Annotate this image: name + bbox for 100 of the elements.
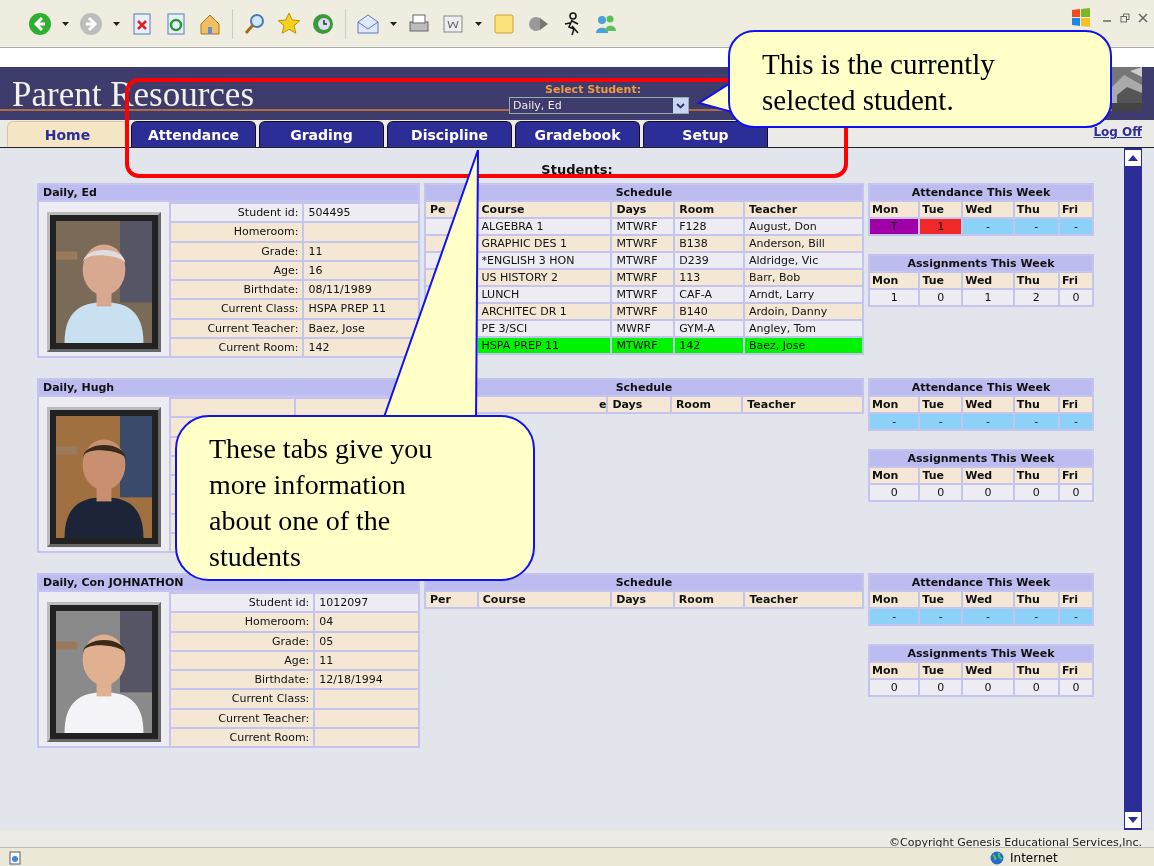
attendance-cell: - — [963, 609, 1013, 624]
day-header: Thu — [1014, 273, 1058, 288]
attendance-cell: - — [920, 414, 962, 429]
day-header: Wed — [963, 202, 1013, 217]
table-cell: 0 — [920, 680, 962, 695]
refresh-icon[interactable] — [164, 11, 188, 36]
day-header: Fri — [1060, 663, 1092, 678]
day-header: Mon — [870, 273, 919, 288]
table-cell: 2 — [1014, 290, 1058, 305]
day-header: Mon — [870, 202, 919, 217]
table-cell: ARCHITEC DR 1 — [477, 304, 611, 319]
column-header: Per — [426, 592, 477, 607]
day-header: Tue — [920, 663, 962, 678]
table-cell: Anderson, Bill — [744, 236, 862, 251]
nav-tab[interactable]: Gradebook — [515, 121, 640, 147]
caret-icon[interactable] — [113, 21, 120, 26]
caret-icon[interactable] — [390, 21, 397, 26]
day-header: Mon — [870, 397, 919, 412]
field-label: Current Room: — [171, 728, 314, 746]
table-cell: B138 — [675, 236, 743, 251]
section-title: Students: — [540, 162, 614, 179]
table-title: Schedule — [426, 575, 862, 590]
table-title: Attendance This Week — [870, 185, 1092, 200]
student-dropdown[interactable]: Daily, Ed — [509, 97, 689, 114]
table-cell: PE 3/SCI — [477, 321, 611, 336]
table-cell: CAF-A — [675, 287, 743, 302]
nav-tab[interactable]: Setup — [643, 121, 768, 147]
table-title: Assignments This Week — [870, 256, 1092, 271]
table-cell: Angley, Tom — [744, 321, 862, 336]
globe-icon — [990, 850, 1004, 865]
attendance-cell: - — [1060, 219, 1092, 234]
student-name: Daily, Ed — [39, 185, 418, 200]
table-title: Attendance This Week — [870, 380, 1092, 395]
column-header: Days — [612, 202, 674, 217]
attendance-cell: T — [870, 219, 919, 234]
column-header: Course — [478, 592, 611, 607]
nav-tab[interactable]: Home — [7, 121, 128, 147]
table-cell: 1 — [963, 290, 1013, 305]
table-cell: MTWRF — [612, 287, 674, 302]
column-header: Room — [675, 202, 743, 217]
caret-icon[interactable] — [475, 21, 482, 26]
table-cell: LUNCH — [477, 287, 611, 302]
attendance-cell: - — [1014, 414, 1058, 429]
table-cell: Barr, Bob — [744, 270, 862, 285]
table-cell: GYM-A — [675, 321, 743, 336]
field-value: 504495 — [304, 204, 418, 222]
field-value: 12/18/1994 — [315, 671, 418, 689]
table-cell: MTWRF — [612, 253, 674, 268]
table-title: Schedule — [426, 185, 862, 200]
table-cell: 0 — [1060, 290, 1092, 305]
attendance-cell: - — [1060, 609, 1092, 624]
back-icon[interactable] — [28, 11, 52, 36]
search-icon[interactable] — [243, 11, 267, 36]
day-header: Tue — [920, 202, 962, 217]
table-title: Assignments This Week — [870, 451, 1092, 466]
close-icon[interactable] — [1138, 13, 1148, 23]
attendance-cell: - — [1014, 219, 1058, 234]
table-title: Assignments This Week — [870, 646, 1092, 661]
field-value: 11 — [304, 242, 418, 260]
field-label: Grade: — [171, 632, 314, 650]
field-value: HSPA PREP 11 — [304, 300, 418, 318]
attendance-cell: - — [870, 609, 919, 624]
table-cell: HSPA PREP 11 — [477, 338, 611, 353]
field-value: 16 — [304, 261, 418, 279]
table-cell: August, Don — [744, 219, 862, 234]
column-header: Days — [608, 397, 670, 412]
column-header: Teacher — [745, 592, 862, 607]
day-header: Fri — [1060, 273, 1092, 288]
star-icon[interactable] — [277, 11, 301, 36]
table-cell: 1 — [870, 290, 919, 305]
day-header: Thu — [1014, 468, 1058, 483]
attendance-cell: - — [1060, 414, 1092, 429]
stop-icon[interactable] — [130, 11, 154, 36]
table-cell: 0 — [920, 290, 962, 305]
nav-tab[interactable]: Attendance — [131, 121, 256, 147]
table-cell: 0 — [963, 485, 1013, 500]
log-off-link[interactable]: Log Off — [1093, 125, 1142, 139]
day-header: Fri — [1060, 397, 1092, 412]
restore-icon[interactable] — [1120, 13, 1130, 23]
table-title: Attendance This Week — [870, 575, 1092, 590]
nav-tab[interactable]: Discipline — [387, 121, 512, 147]
field-label: Birthdate: — [171, 281, 303, 299]
field-label: Age: — [171, 651, 314, 669]
day-header: Tue — [920, 397, 962, 412]
field-label: Current Teacher: — [171, 319, 303, 337]
nav-tab[interactable]: Grading — [259, 121, 384, 147]
field-label: Birthdate: — [171, 671, 314, 689]
day-header: Thu — [1014, 397, 1058, 412]
field-value: 11 — [315, 651, 418, 669]
scrollbar[interactable] — [1124, 148, 1142, 830]
history-icon[interactable] — [311, 11, 335, 36]
scroll-down-icon[interactable] — [1125, 812, 1141, 828]
caret-icon[interactable] — [62, 21, 69, 26]
table-cell: MTWRF — [612, 270, 674, 285]
field-value: 08/11/1989 — [304, 281, 418, 299]
scroll-up-icon[interactable] — [1125, 150, 1141, 166]
column-header: Room — [671, 397, 742, 412]
table-cell: ALGEBRA 1 — [477, 219, 611, 234]
table-cell: 142 — [675, 338, 743, 353]
field-label: Current Room: — [171, 338, 303, 356]
